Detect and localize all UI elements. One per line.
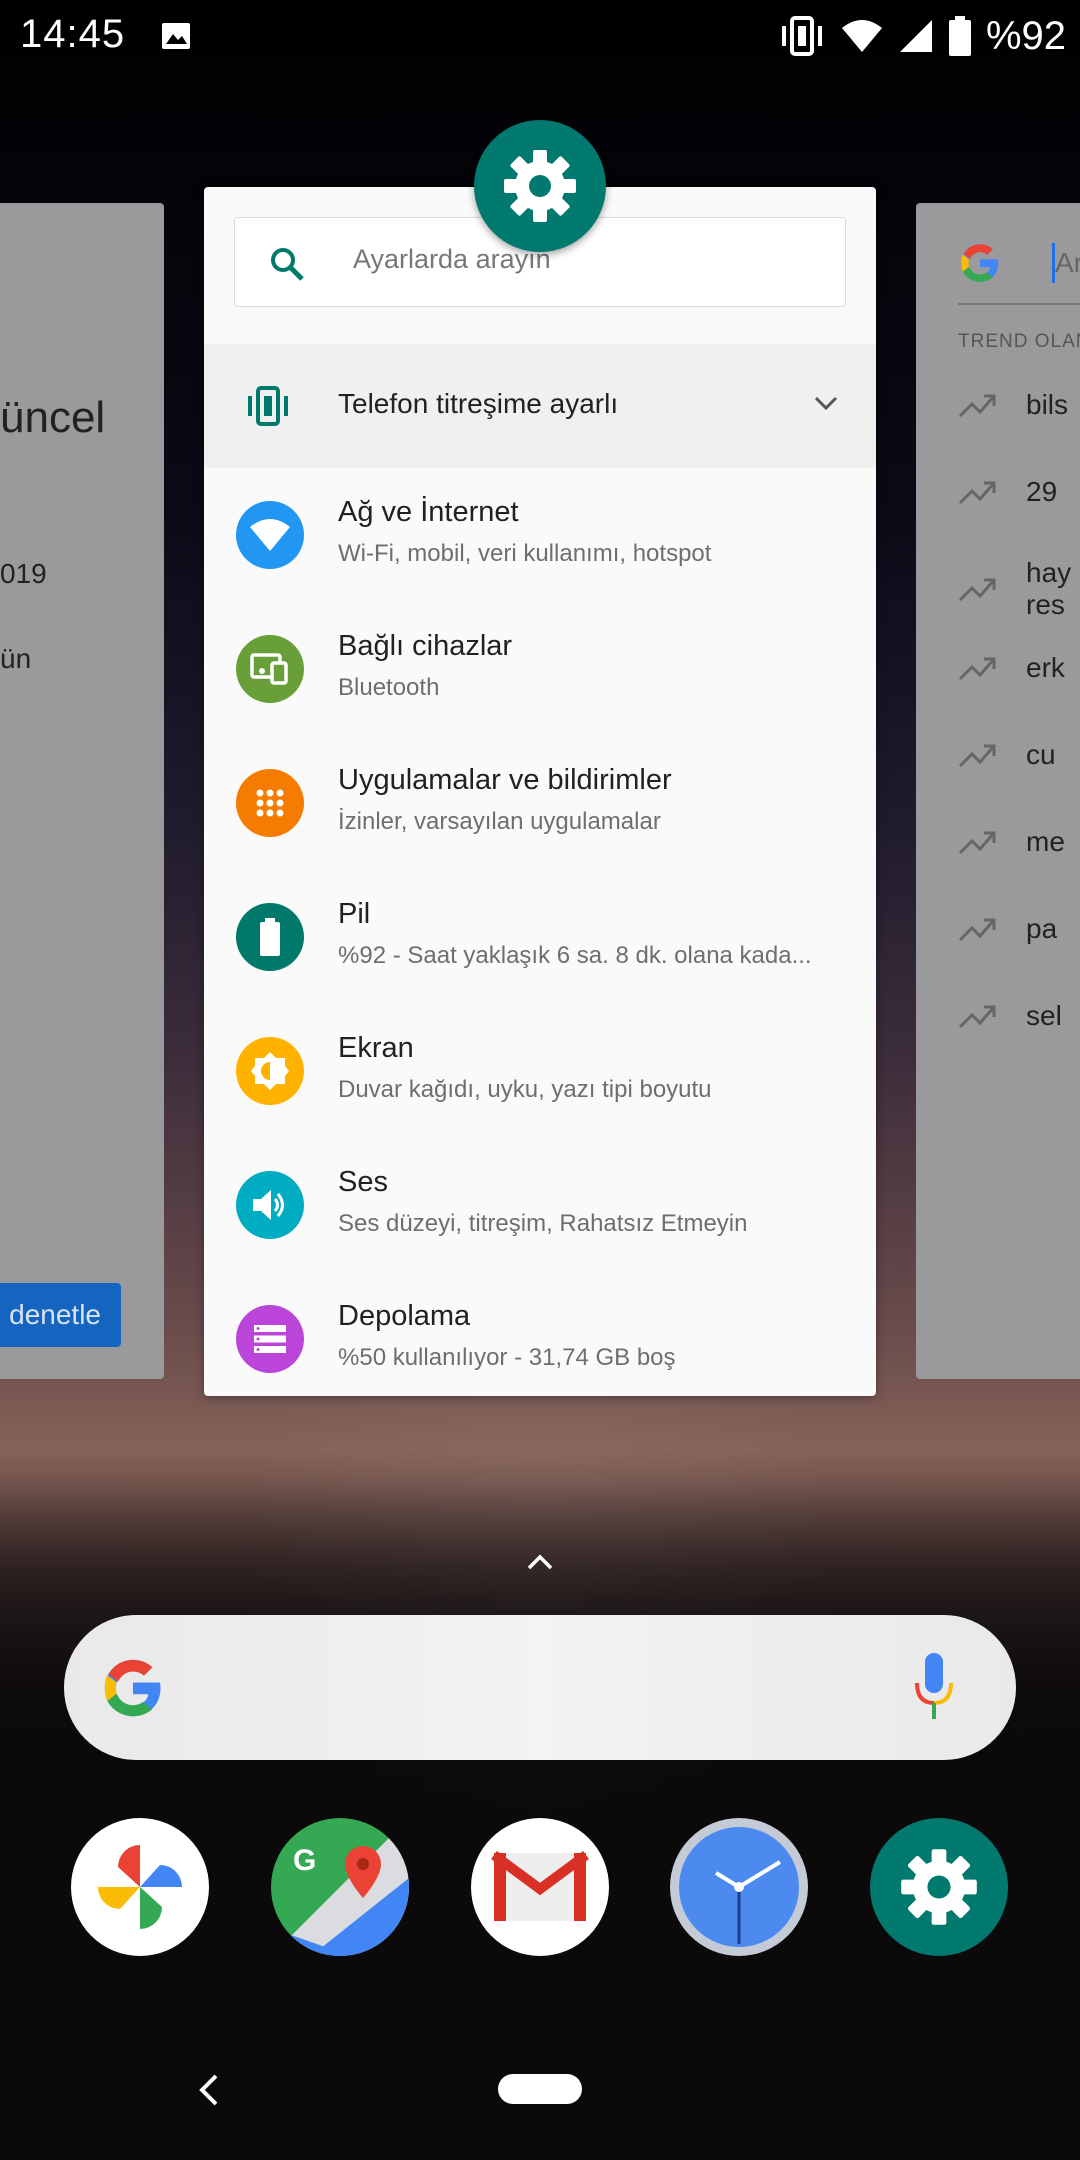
trend-text: pa xyxy=(1026,913,1058,944)
google-logo-icon xyxy=(961,244,999,282)
divider xyxy=(958,303,1080,305)
trend-text: 29 xyxy=(1026,476,1058,507)
settings-icon[interactable] xyxy=(870,1818,1008,1956)
left-card-button[interactable]: ri denetle xyxy=(0,1283,121,1347)
settings-item-title: Ses xyxy=(338,1166,388,1198)
trend-text: erk xyxy=(1026,652,1065,683)
microphone-icon[interactable] xyxy=(912,1651,956,1723)
settings-item-battery[interactable]: Pil %92 - Saat yaklaşık 6 sa. 8 dk. olan… xyxy=(204,870,876,1004)
trend-item[interactable]: cu xyxy=(958,730,1056,780)
left-card-text: ün xyxy=(0,643,32,674)
battery-icon xyxy=(948,16,971,56)
settings-item-title: Bağlı cihazlar xyxy=(338,630,513,662)
clock-icon[interactable] xyxy=(670,1818,808,1956)
condition-label: Telefon titreşime ayarlı xyxy=(338,388,619,419)
settings-item-title: Uygulamalar ve bildirimler xyxy=(338,764,672,796)
settings-item-subtitle: Ses düzeyi, titreşim, Rahatsız Etmeyin xyxy=(338,1210,748,1237)
settings-item-storage[interactable]: Depolama %50 kullanılıyor - 31,74 GB boş xyxy=(204,1272,876,1396)
settings-item-network[interactable]: Ağ ve İnternet Wi-Fi, mobil, veri kullan… xyxy=(204,468,876,602)
trend-item[interactable]: sel xyxy=(958,991,1062,1041)
photos-icon[interactable] xyxy=(71,1818,209,1956)
trending-up-icon xyxy=(958,744,996,768)
trend-item[interactable]: hay res xyxy=(958,549,1071,629)
settings-item-title: Depolama xyxy=(338,1300,471,1332)
battery-percent: %92 xyxy=(985,13,1066,58)
trend-text: me xyxy=(1026,826,1065,857)
left-card-title: üncel xyxy=(0,393,106,442)
settings-item-sound[interactable]: Ses Ses düzeyi, titreşim, Rahatsız Etmey… xyxy=(204,1138,876,1272)
chevron-up-icon[interactable] xyxy=(525,1552,555,1572)
google-search-bar[interactable] xyxy=(64,1615,1016,1760)
home-button[interactable] xyxy=(498,2074,582,2104)
condition-vibrate-row[interactable]: Telefon titreşime ayarlı xyxy=(204,344,876,468)
settings-item-subtitle: Bluetooth xyxy=(338,674,440,701)
settings-item-subtitle: %92 - Saat yaklaşık 6 sa. 8 dk. olana ka… xyxy=(338,942,812,969)
google-search-placeholder: Ara xyxy=(1055,247,1080,278)
search-icon xyxy=(271,248,304,281)
vibrate-icon xyxy=(781,16,822,56)
settings-item-display[interactable]: Ekran Duvar kağıdı, uyku, yazı tipi boyu… xyxy=(204,1004,876,1138)
trend-item[interactable]: me xyxy=(958,817,1065,867)
wifi-icon xyxy=(841,20,882,52)
battery-icon xyxy=(236,903,304,971)
trend-item[interactable]: pa xyxy=(958,904,1057,954)
google-search-field[interactable]: Ara xyxy=(958,233,1080,293)
wifi-icon xyxy=(236,501,304,569)
trending-up-icon xyxy=(958,578,996,602)
apps-icon xyxy=(236,769,304,837)
settings-app-icon[interactable] xyxy=(474,120,606,252)
trending-up-icon xyxy=(958,394,996,418)
settings-item-subtitle: %50 kullanılıyor - 31,74 GB boş xyxy=(338,1344,676,1371)
gallery-icon xyxy=(162,23,190,49)
settings-item-subtitle: Duvar kağıdı, uyku, yazı tipi boyutu xyxy=(338,1076,712,1103)
status-time: 14:45 xyxy=(20,12,126,56)
devices-icon xyxy=(236,635,304,703)
trend-item[interactable]: 29 xyxy=(958,467,1057,517)
trending-up-icon xyxy=(958,831,996,855)
settings-item-title: Ekran xyxy=(338,1032,414,1064)
status-bar: 14:45 %92 xyxy=(0,0,1080,72)
settings-item-subtitle: Wi-Fi, mobil, veri kullanımı, hotspot xyxy=(338,540,712,567)
trend-text: sel xyxy=(1026,1000,1062,1031)
maps-icon[interactable]: G xyxy=(271,1818,409,1956)
settings-item-apps[interactable]: Uygulamalar ve bildirimler İzinler, vars… xyxy=(204,736,876,870)
brightness-icon xyxy=(236,1037,304,1105)
recent-app-card-right[interactable]: Ara TREND OLAN bils 29 hay res erk cu me… xyxy=(916,203,1080,1379)
trend-text: hay res xyxy=(1026,557,1072,620)
svg-text:G: G xyxy=(293,1844,316,1877)
settings-item-title: Pil xyxy=(338,898,371,930)
volume-icon xyxy=(236,1171,304,1239)
trend-item[interactable]: erk xyxy=(958,643,1065,693)
settings-item-title: Ağ ve İnternet xyxy=(338,496,519,528)
settings-app-card[interactable]: Ayarlarda arayın Telefon titreşime ayarl… xyxy=(204,187,876,1396)
trending-up-icon xyxy=(958,1005,996,1029)
trend-text: bils xyxy=(1026,389,1069,420)
settings-item-subtitle: İzinler, varsayılan uygulamalar xyxy=(338,808,661,835)
gear-icon xyxy=(504,150,576,222)
google-logo-icon xyxy=(104,1659,161,1717)
signal-icon xyxy=(899,20,932,52)
chevron-down-icon[interactable] xyxy=(812,394,840,414)
left-card-text: 019 xyxy=(0,558,47,589)
trending-up-icon xyxy=(958,481,996,505)
trend-item[interactable]: bils xyxy=(958,380,1068,430)
vibrate-icon xyxy=(248,386,288,426)
recent-app-card-left[interactable]: üncel 019 ün ri denetle xyxy=(0,203,164,1379)
gmail-icon[interactable] xyxy=(471,1818,609,1956)
settings-item-connected-devices[interactable]: Bağlı cihazlar Bluetooth xyxy=(204,602,876,736)
back-icon[interactable] xyxy=(196,2072,220,2108)
storage-icon xyxy=(236,1305,304,1373)
trending-header: TREND OLAN xyxy=(958,331,1080,352)
trending-up-icon xyxy=(958,918,996,942)
trending-up-icon xyxy=(958,657,996,681)
trend-text: cu xyxy=(1026,739,1056,770)
